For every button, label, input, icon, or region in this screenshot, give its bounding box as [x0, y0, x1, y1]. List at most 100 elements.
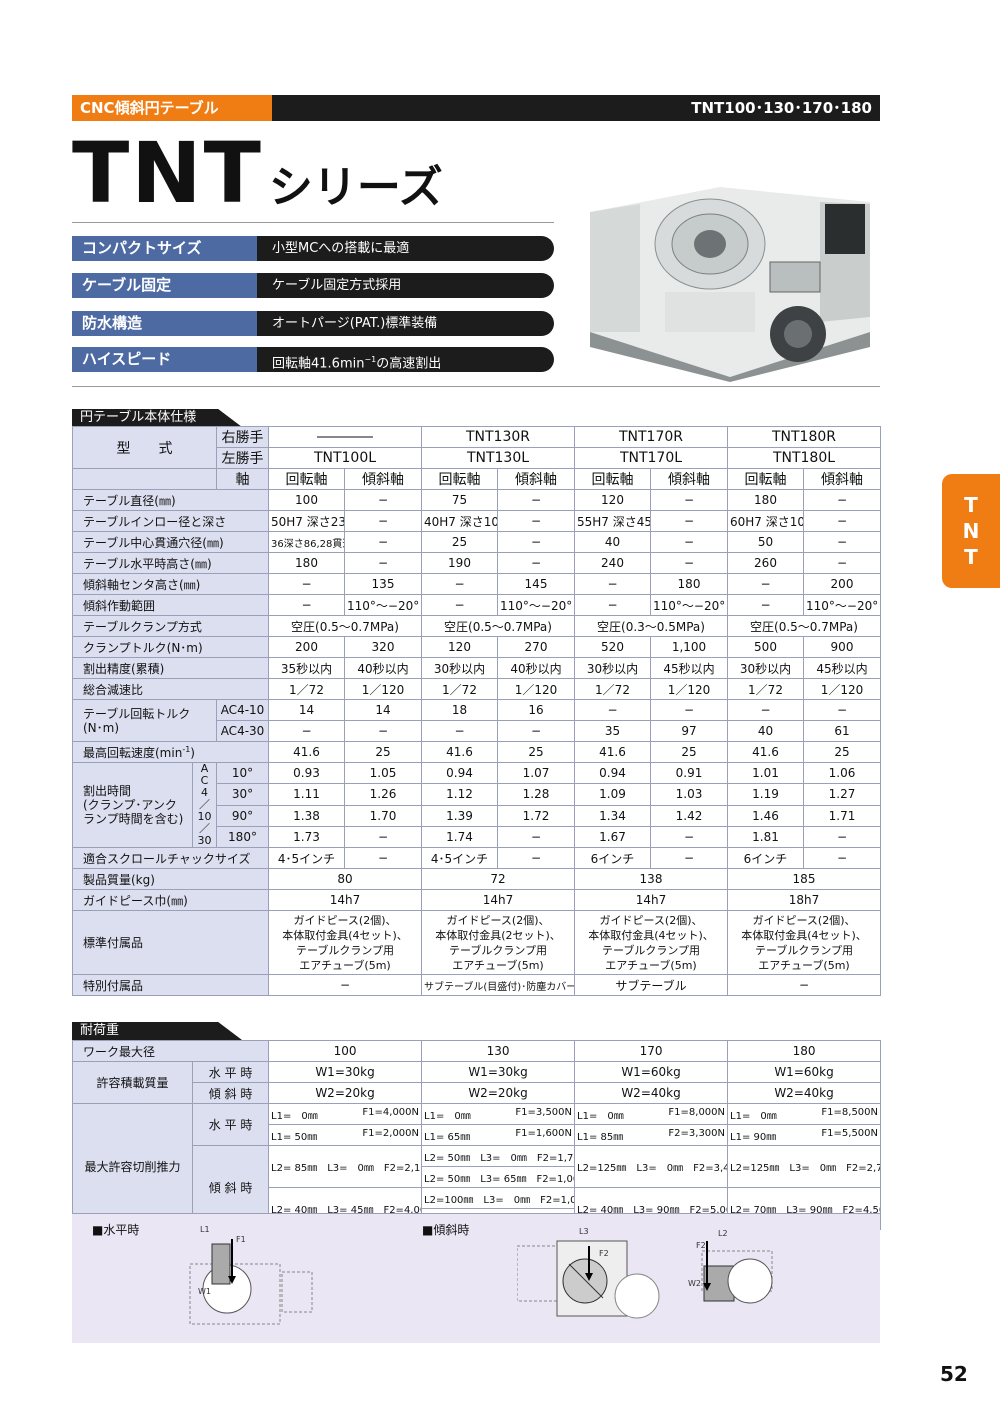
cell: W2=20kg	[268, 1082, 423, 1104]
row-label: テーブル水平時高さ(㎜)	[72, 552, 269, 574]
title-main: TNT	[72, 124, 263, 222]
table-row: テーブルクランプ方式 空圧(0.5〜0.7MPa) 空圧(0.5〜0.7MPa)…	[72, 615, 881, 637]
cell: 14h7	[268, 889, 422, 911]
lh-model: TNT100L	[268, 447, 422, 469]
cell: 110°〜−20°	[344, 594, 422, 616]
row-label: 適合スクロールチャックサイズ	[72, 847, 269, 869]
side-index-tab[interactable]: T N T	[942, 474, 1000, 588]
diagram-label: L3	[579, 1227, 589, 1236]
torque-label: テーブル回転トルク (N･m)	[72, 699, 217, 742]
cell: 520	[574, 636, 651, 658]
cell: 36深さ86,28貫通	[268, 531, 345, 553]
cell: 25	[650, 741, 728, 763]
cell: −	[497, 531, 575, 553]
cell: 1／120	[803, 678, 881, 700]
axis-name: 回転軸	[421, 468, 498, 490]
cell: 1.71	[803, 804, 881, 827]
diagram-label: L2	[718, 1229, 728, 1238]
angle-label: 10°	[216, 761, 269, 785]
row-label: テーブルインロー径と深さ	[72, 510, 269, 532]
cell: −	[650, 847, 728, 869]
cell: 1,100	[650, 636, 728, 658]
cell: 180	[727, 489, 804, 511]
tab-letter: N	[962, 519, 980, 543]
row-label: 特別付属品	[72, 974, 269, 996]
cell: 40H7 深さ10	[421, 510, 498, 532]
cell: −	[344, 510, 422, 532]
title-suffix: シリーズ	[268, 162, 443, 213]
right-hand-label: 右勝手	[216, 426, 269, 448]
cell: 0.91	[650, 761, 728, 785]
table-row: 特別付属品 − サブテーブル(目盛付)･防塵カバー サブテーブル −	[72, 974, 881, 996]
cell: −	[344, 847, 422, 869]
tilt-diagram-label: ■傾斜時	[422, 1223, 470, 1237]
cell: L1= 0㎜ F1=8,000N	[574, 1103, 729, 1125]
cell: 40秒以内	[497, 657, 575, 679]
cell: 138	[574, 868, 728, 890]
row-label: 最高回転速度(min-1)	[72, 741, 269, 763]
cell: 1.74	[421, 825, 498, 849]
cell: L2= 50㎜ L3= 65㎜ F2=1,000N	[421, 1166, 576, 1188]
feature-label: ハイスピード	[72, 347, 257, 372]
section-divider	[72, 386, 880, 387]
cell: L2= 50㎜ L3= 0㎜ F2=1,700N	[421, 1145, 576, 1167]
cell: 18h7	[727, 889, 881, 911]
table-row: クランプトルク(N･m) 200 320 120 270 520 1,100 500 900	[72, 636, 881, 658]
cell: L1= 0㎜ F1=3,500N	[421, 1103, 576, 1125]
cell: 1.42	[650, 804, 728, 827]
feature-desc: オートパージ(PAT.)標準装備	[272, 316, 438, 331]
cell: 6インチ	[574, 847, 651, 869]
cell: L1= 50㎜ F1=2,000N	[268, 1124, 423, 1146]
table-row: 型 式 右勝手 ―――― TNT130R TNT170R TNT180R	[72, 426, 881, 469]
cell: −	[421, 720, 498, 742]
tab-letter: T	[964, 493, 978, 517]
cell: W2=40kg	[727, 1082, 882, 1104]
row-label: 傾斜軸センタ高さ(㎜)	[72, 573, 269, 595]
feature-waterproof: 防水構造 オートパージ(PAT.)標準装備	[72, 311, 554, 336]
axis-name: 傾斜軸	[497, 468, 575, 490]
table-row: 割出時間 (クランプ･アンク ランプ時間を含む) A C 4 ／ 10 ／ 30 10° 0.9…	[72, 761, 881, 848]
cell: −	[650, 552, 728, 574]
table-row: テーブル直径(㎜) 100−75−120−180−	[72, 489, 881, 511]
lh-model: TNT180L	[727, 447, 881, 469]
spec-rows-1: テーブル直径(㎜) 100−75−120−180− テーブルインロー径と深さ 50H7…	[72, 489, 881, 616]
cell: −	[421, 573, 498, 595]
cell: −	[650, 531, 728, 553]
cell: 41.6	[574, 741, 651, 763]
header-tag: CNC傾斜円テーブル	[72, 95, 272, 121]
row-label: テーブルクランプ方式	[72, 615, 269, 637]
cell: 1.28	[497, 783, 575, 806]
row-label: テーブル中心貫通穴径(㎜)	[72, 531, 269, 553]
row-label: テーブル直径(㎜)	[72, 489, 269, 511]
cell: 45秒以内	[803, 657, 881, 679]
diagram-label: W2	[688, 1279, 701, 1288]
cell: 40	[574, 531, 651, 553]
cell: −	[497, 720, 575, 742]
diagram-label: F2	[696, 1241, 706, 1250]
load-table: ワーク最大径 100 130 170 180 許容積載質量 水 平 時 W1=3…	[71, 1040, 882, 1230]
diagram-label: F2	[599, 1249, 609, 1258]
cell: −	[268, 573, 345, 595]
cell: L1= 65㎜ F1=1,600N	[421, 1124, 576, 1146]
cell: 1.38	[268, 804, 345, 827]
angle-label: 180°	[216, 825, 269, 849]
load-section-tab: 耐荷重	[72, 1022, 242, 1040]
cell: 240	[574, 552, 651, 574]
cell: 1／72	[268, 678, 345, 700]
lh-model: TNT130L	[421, 447, 575, 469]
cell: −	[803, 825, 881, 849]
cell: −	[497, 489, 575, 511]
page-number: 52	[940, 1362, 968, 1386]
cell: 50H7 深さ23	[268, 510, 345, 532]
cell: 41.6	[421, 741, 498, 763]
cell: 1.81	[727, 825, 804, 849]
table-row: 傾斜軸センタ高さ(㎜) −135−145−180−200	[72, 573, 881, 595]
cell: W1=60kg	[574, 1061, 729, 1083]
cell: W1=60kg	[727, 1061, 882, 1083]
row-label: ワーク最大径	[71, 1040, 270, 1062]
cell: W2=20kg	[421, 1082, 576, 1104]
table-row: 最高回転速度(min-1) 41.6 25 41.6 25 41.6 25 41.6 2…	[72, 741, 881, 763]
cell: −	[344, 720, 422, 742]
cell: 1.72	[497, 804, 575, 827]
cell: 14	[268, 699, 345, 721]
